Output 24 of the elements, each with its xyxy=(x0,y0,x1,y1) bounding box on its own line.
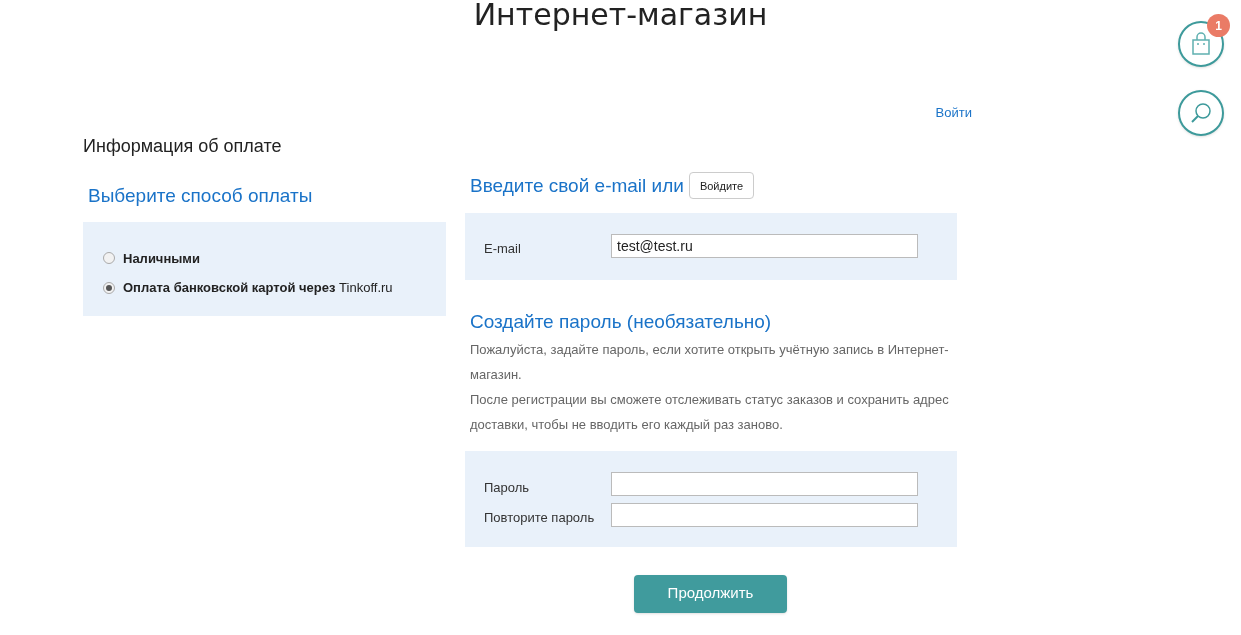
info-paragraph: После регистрации вы сможете отслеживать статус заказов и сохранить адрес доставки, чтобы не вводить его каждый раз заново. xyxy=(470,390,950,434)
login-link[interactable]: Войти xyxy=(935,103,972,123)
cart-button[interactable] xyxy=(1178,21,1224,67)
radio-button[interactable] xyxy=(103,281,115,294)
section-heading: Создайте пароль (необязательно) xyxy=(470,310,773,334)
section-heading: Введите свой e-mail или xyxy=(470,173,684,198)
field-label: Повторите пароль xyxy=(484,509,596,527)
login-button[interactable]: Войдите xyxy=(688,172,755,200)
payment-option[interactable]: Оплата банковской картой через Tinkoff.ru xyxy=(103,278,446,298)
password-field[interactable] xyxy=(611,472,918,497)
field-label: E-mail xyxy=(484,239,522,258)
page-heading: Информация об оплате xyxy=(83,134,283,158)
search-icon xyxy=(1189,101,1213,125)
site-title: Интернет-магазин xyxy=(473,0,768,34)
radio-button[interactable] xyxy=(103,252,115,265)
info-paragraph: Пожалуйста, задайте пароль, если хотите открыть учётную запись в Интернет-магазин. xyxy=(470,340,950,384)
email-field[interactable]: test@test.ru xyxy=(611,233,918,258)
password-field[interactable] xyxy=(611,502,918,527)
payment-option[interactable]: Наличными xyxy=(103,248,446,268)
section-heading: Выберите способ оплаты xyxy=(88,183,314,208)
field-label: Пароль xyxy=(484,478,531,497)
cart-count-badge: 1 xyxy=(1207,14,1230,37)
shopping-bag-icon xyxy=(1191,32,1211,56)
search-button[interactable] xyxy=(1178,90,1224,136)
